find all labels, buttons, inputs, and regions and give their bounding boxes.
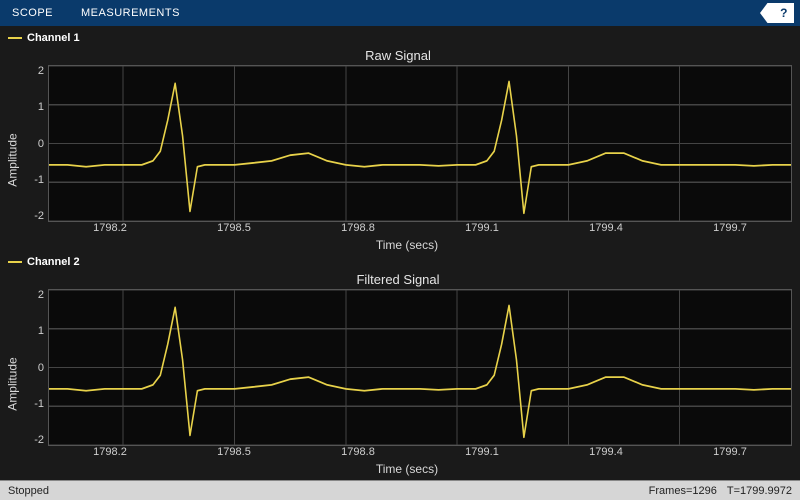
- x-axis-label: Time (secs): [22, 238, 792, 254]
- legend-channel-1: Channel 1: [4, 30, 792, 46]
- status-frames: Frames=1296: [649, 485, 717, 497]
- status-state: Stopped: [8, 485, 49, 497]
- plot-area[interactable]: [48, 289, 792, 446]
- legend-label: Channel 2: [27, 256, 80, 268]
- plots-container: Channel 1 Raw Signal Amplitude 210-1-2 1…: [0, 26, 800, 480]
- status-bar: Stopped Frames=1296 T=1799.9972: [0, 480, 800, 500]
- plot-title: Filtered Signal: [4, 270, 792, 289]
- y-ticks: 210-1-2: [22, 289, 48, 446]
- x-ticks: 1798.21798.51798.81799.11799.41799.7: [22, 222, 792, 238]
- plot-title: Raw Signal: [4, 46, 792, 65]
- legend-swatch-icon: [8, 261, 22, 263]
- x-ticks: 1798.21798.51798.81799.11799.41799.7: [22, 446, 792, 462]
- y-axis-label: Amplitude: [4, 65, 22, 254]
- toolstrip: SCOPE MEASUREMENTS ?: [0, 0, 800, 26]
- plot-area[interactable]: [48, 65, 792, 222]
- help-button[interactable]: ?: [760, 3, 794, 23]
- status-time: T=1799.9972: [727, 485, 792, 497]
- y-ticks: 210-1-2: [22, 65, 48, 222]
- help-icon: ?: [780, 6, 788, 20]
- legend-swatch-icon: [8, 37, 22, 39]
- y-axis-label: Amplitude: [4, 289, 22, 478]
- legend-label: Channel 1: [27, 32, 80, 44]
- toolstrip-tab-measurements[interactable]: MEASUREMENTS: [81, 7, 180, 19]
- x-axis-label: Time (secs): [22, 462, 792, 478]
- plot-raw-signal: Channel 1 Raw Signal Amplitude 210-1-2 1…: [4, 30, 792, 254]
- toolstrip-tab-scope[interactable]: SCOPE: [12, 7, 53, 19]
- legend-channel-2: Channel 2: [4, 254, 792, 270]
- plot-filtered-signal: Channel 2 Filtered Signal Amplitude 210-…: [4, 254, 792, 478]
